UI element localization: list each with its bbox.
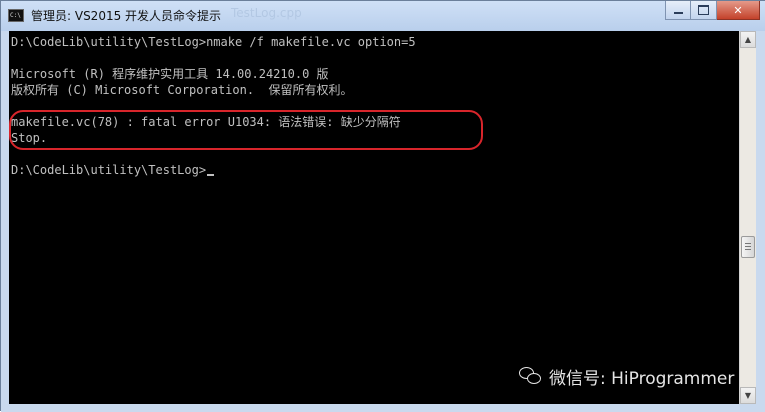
maximize-button[interactable] (691, 1, 717, 20)
console-window: C:\ 管理员: VS2015 开发人员命令提示 TestLog.cpp ✕ D… (0, 0, 765, 412)
console-output[interactable]: D:\CodeLib\utility\TestLog>nmake /f make… (9, 31, 739, 404)
console-line-4: 版权所有 (C) Microsoft Corporation. 保留所有权利。 (11, 83, 353, 97)
scroll-thumb[interactable] (741, 236, 755, 258)
error-highlight-annotation (9, 110, 483, 150)
scroll-down-button[interactable]: ▼ (740, 387, 756, 404)
scroll-down-icon: ▼ (744, 390, 752, 400)
minimize-icon (673, 12, 683, 14)
window-title: 管理员: VS2015 开发人员命令提示 (31, 9, 222, 23)
wechat-icon (519, 367, 541, 385)
watermark-text: 微信号: HiProgrammer (549, 368, 735, 389)
close-button[interactable]: ✕ (717, 1, 760, 20)
console-line-1: D:\CodeLib\utility\TestLog>nmake /f make… (11, 35, 416, 49)
scroll-up-button[interactable]: ▲ (740, 31, 756, 48)
vertical-scrollbar[interactable]: ▲ ▼ (739, 31, 756, 404)
console-line-3: Microsoft (R) 程序维护实用工具 14.00.24210.0 版 (11, 67, 329, 81)
prompt-text: D:\CodeLib\utility\TestLog> (11, 163, 207, 177)
title-bar[interactable]: C:\ 管理员: VS2015 开发人员命令提示 TestLog.cpp ✕ (1, 1, 765, 31)
watermark: 微信号: HiProgrammer (519, 361, 734, 391)
window-controls: ✕ (665, 1, 760, 21)
console-app-icon[interactable]: C:\ (8, 9, 24, 22)
background-window-text: TestLog.cpp (231, 6, 302, 20)
scroll-up-icon: ▲ (744, 34, 752, 44)
minimize-button[interactable] (665, 1, 691, 20)
maximize-icon (698, 5, 709, 15)
window-frame-right (756, 31, 765, 412)
close-icon: ✕ (733, 3, 743, 17)
text-cursor (207, 174, 215, 176)
prompt-line: D:\CodeLib\utility\TestLog> (11, 162, 215, 178)
